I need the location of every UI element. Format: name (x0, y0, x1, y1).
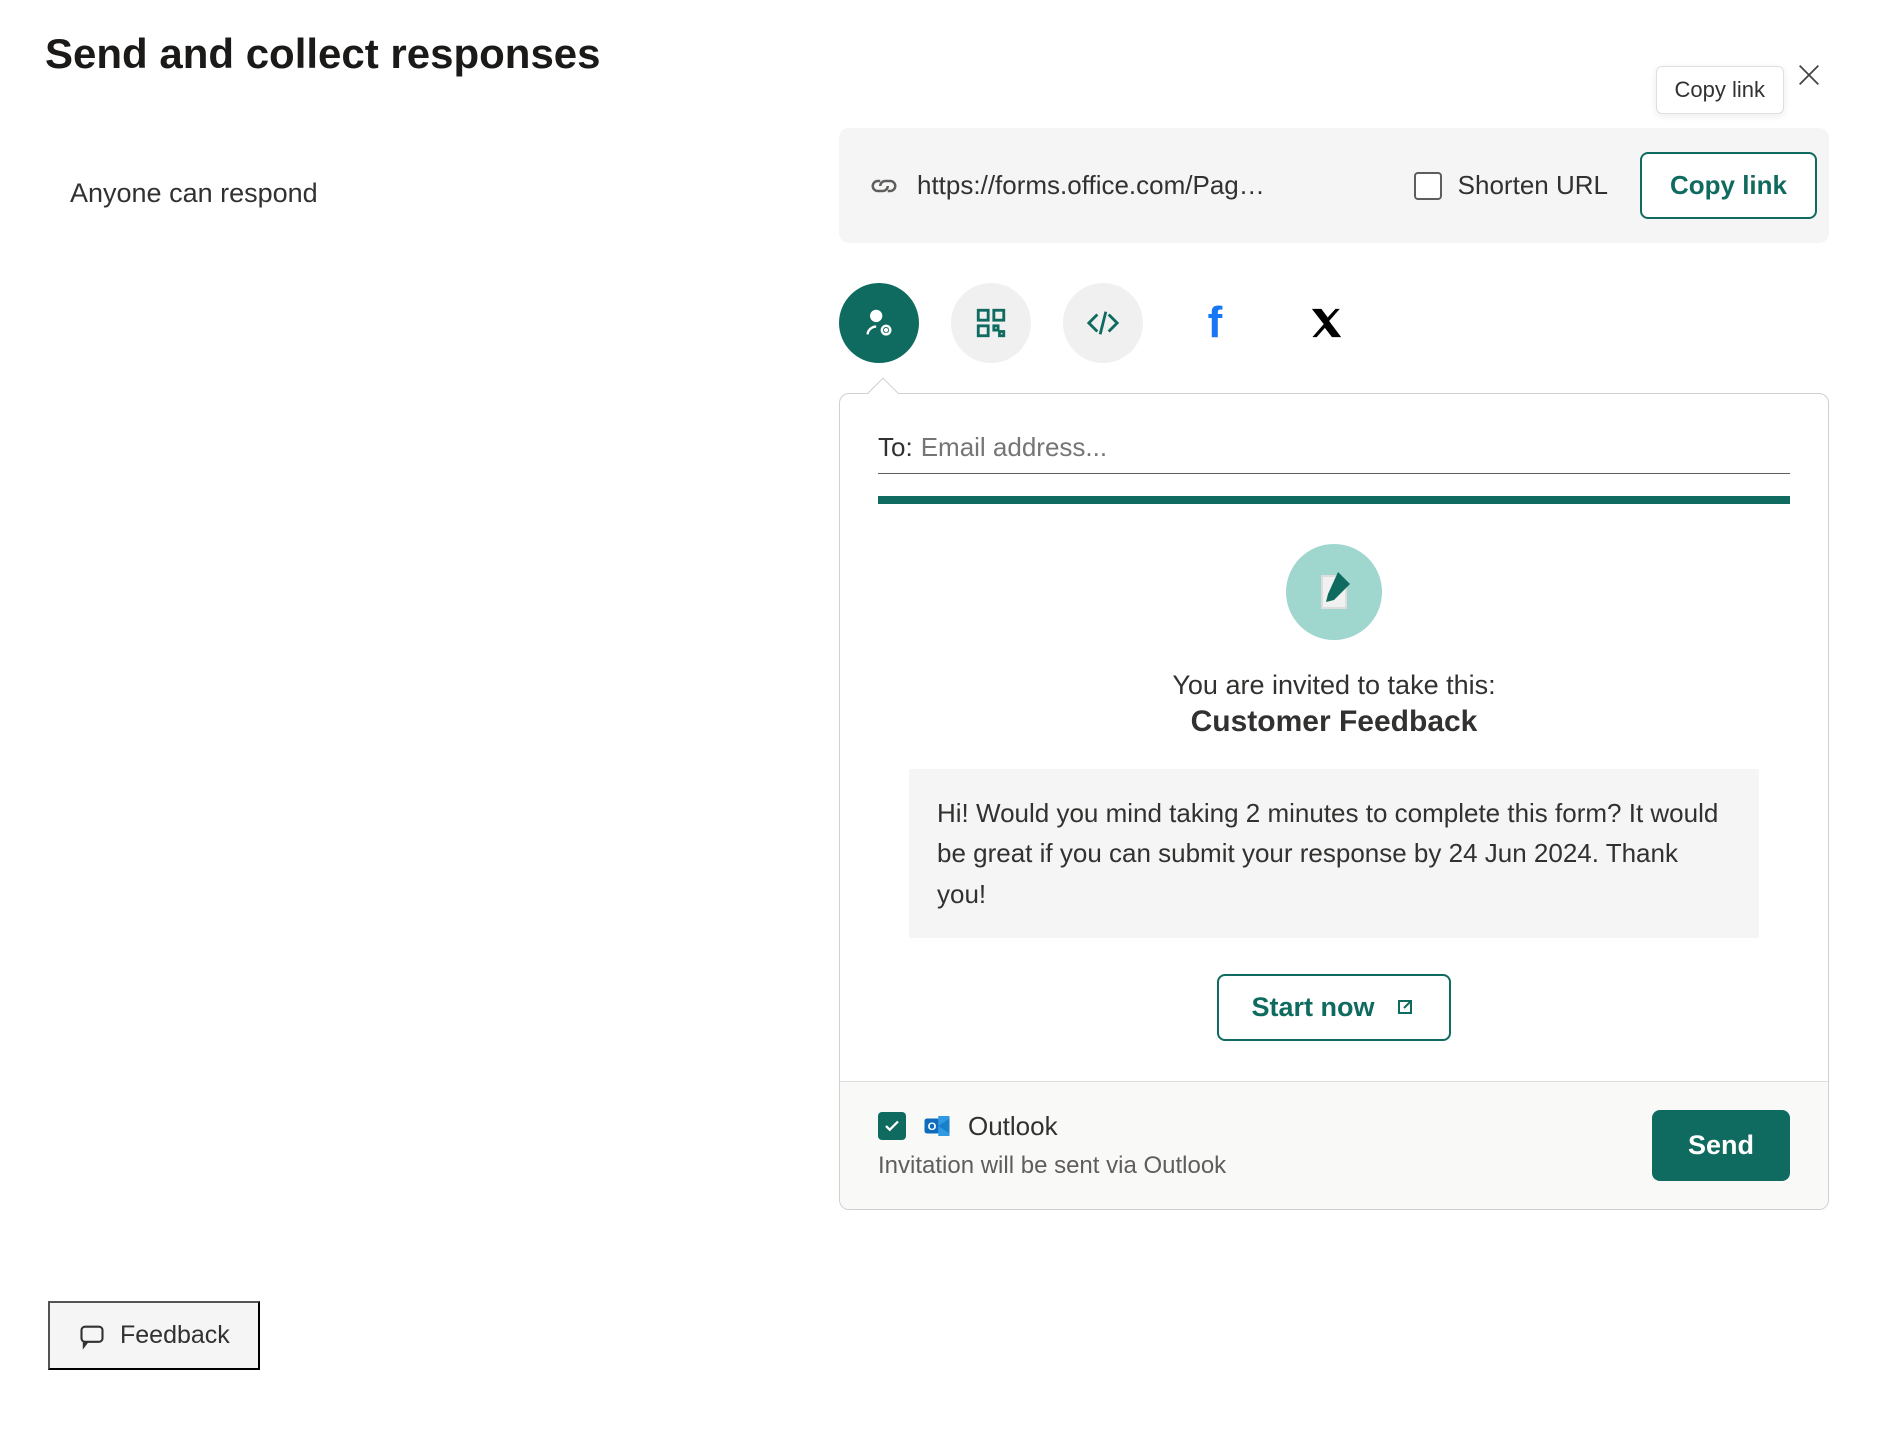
person-share-icon (862, 306, 896, 340)
accent-bar (878, 496, 1790, 504)
close-button[interactable] (1789, 55, 1829, 95)
permission-label[interactable]: Anyone can respond (70, 178, 318, 209)
check-icon (883, 1117, 901, 1135)
email-message[interactable]: Hi! Would you mind taking 2 minutes to c… (909, 769, 1759, 938)
survey-icon (1286, 544, 1382, 640)
qr-tab[interactable] (951, 283, 1031, 363)
facebook-share[interactable]: f (1175, 283, 1255, 363)
start-now-button[interactable]: Start now (1217, 974, 1450, 1041)
copy-link-tooltip: Copy link (1656, 66, 1784, 114)
form-url[interactable]: https://forms.office.com/Pag… (917, 170, 1265, 201)
shorten-url-label: Shorten URL (1458, 170, 1608, 201)
invite-tab[interactable] (839, 283, 919, 363)
qr-icon (974, 306, 1008, 340)
to-label: To: (878, 432, 913, 463)
send-button[interactable]: Send (1652, 1110, 1790, 1181)
outlook-icon: O (922, 1111, 952, 1141)
invite-line: You are invited to take this: (1172, 670, 1495, 701)
svg-text:O: O (928, 1121, 937, 1133)
close-icon (1795, 61, 1823, 89)
open-external-icon (1393, 995, 1417, 1019)
x-icon (1310, 306, 1344, 340)
feedback-label: Feedback (120, 1321, 230, 1350)
embed-tab[interactable] (1063, 283, 1143, 363)
x-share[interactable] (1287, 283, 1367, 363)
page-title: Send and collect responses (45, 30, 601, 78)
outlook-subtext: Invitation will be sent via Outlook (878, 1152, 1226, 1180)
start-now-label: Start now (1251, 992, 1374, 1023)
feedback-button[interactable]: Feedback (48, 1301, 260, 1370)
email-card: To: You are invited to take this: Custom… (839, 393, 1829, 1210)
link-bar: Copy link https://forms.office.com/Pag… … (839, 128, 1829, 243)
shorten-url-checkbox[interactable] (1414, 172, 1442, 200)
outlook-label: Outlook (968, 1111, 1058, 1142)
code-icon (1086, 306, 1120, 340)
outlook-checkbox[interactable] (878, 1112, 906, 1140)
facebook-icon: f (1208, 298, 1223, 348)
link-icon (869, 171, 899, 201)
chat-icon (78, 1322, 106, 1350)
copy-link-button[interactable]: Copy link (1640, 152, 1817, 219)
email-to-input[interactable] (921, 432, 1790, 463)
form-name: Customer Feedback (1191, 705, 1478, 739)
